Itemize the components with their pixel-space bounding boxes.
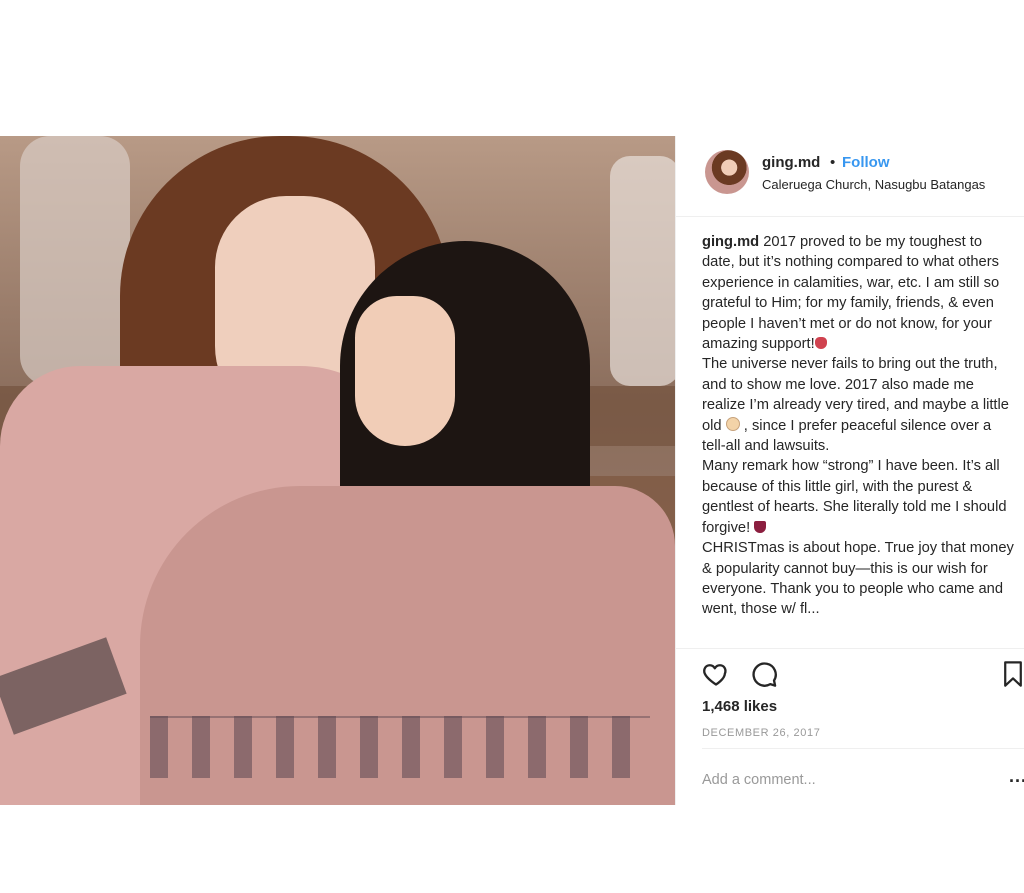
location-link[interactable]: Caleruega Church, Nasugbu Batangas [762, 177, 985, 192]
comment-icon[interactable] [750, 660, 778, 688]
shawl-pattern [150, 716, 650, 778]
caption-text: 2017 proved to be my toughest to date, b… [702, 234, 1000, 353]
divider [676, 648, 1024, 649]
follow-button[interactable]: Follow [842, 154, 890, 171]
background-person [610, 156, 675, 386]
likes-count[interactable]: 1,468 likes [702, 698, 777, 715]
lips-emoji-icon [814, 337, 827, 350]
caption-text: CHRISTmas is about hope. True joy that m… [702, 540, 1014, 618]
post-header: ging.md • Follow Caleruega Church, Nasug… [676, 136, 1024, 217]
bookmark-icon[interactable] [1003, 660, 1023, 688]
girl-face [355, 296, 455, 446]
caption-username[interactable]: ging.md [702, 234, 759, 250]
more-options-icon[interactable]: ... [1009, 766, 1024, 787]
heart-icon[interactable] [702, 660, 730, 688]
old-woman-emoji-icon [725, 416, 740, 431]
wine-glass-emoji-icon [754, 520, 767, 533]
username-link[interactable]: ging.md [762, 154, 820, 171]
avatar[interactable] [705, 150, 749, 194]
post-date[interactable]: DECEMBER 26, 2017 [702, 727, 820, 739]
separator-dot: • [830, 154, 836, 171]
divider [702, 748, 1024, 749]
caption: ging.md 2017 proved to be my toughest to… [702, 232, 1016, 620]
comment-input[interactable] [702, 772, 962, 788]
post-photo[interactable] [0, 136, 675, 805]
caption-text: Many remark how “strong” I have been. It… [702, 458, 1007, 536]
caption-text: , since I prefer peaceful silence over a… [702, 417, 992, 455]
post-side-panel: ging.md • Follow Caleruega Church, Nasug… [675, 136, 1024, 805]
background-person [20, 136, 130, 386]
caption-container: ging.md 2017 proved to be my toughest to… [702, 232, 1016, 646]
